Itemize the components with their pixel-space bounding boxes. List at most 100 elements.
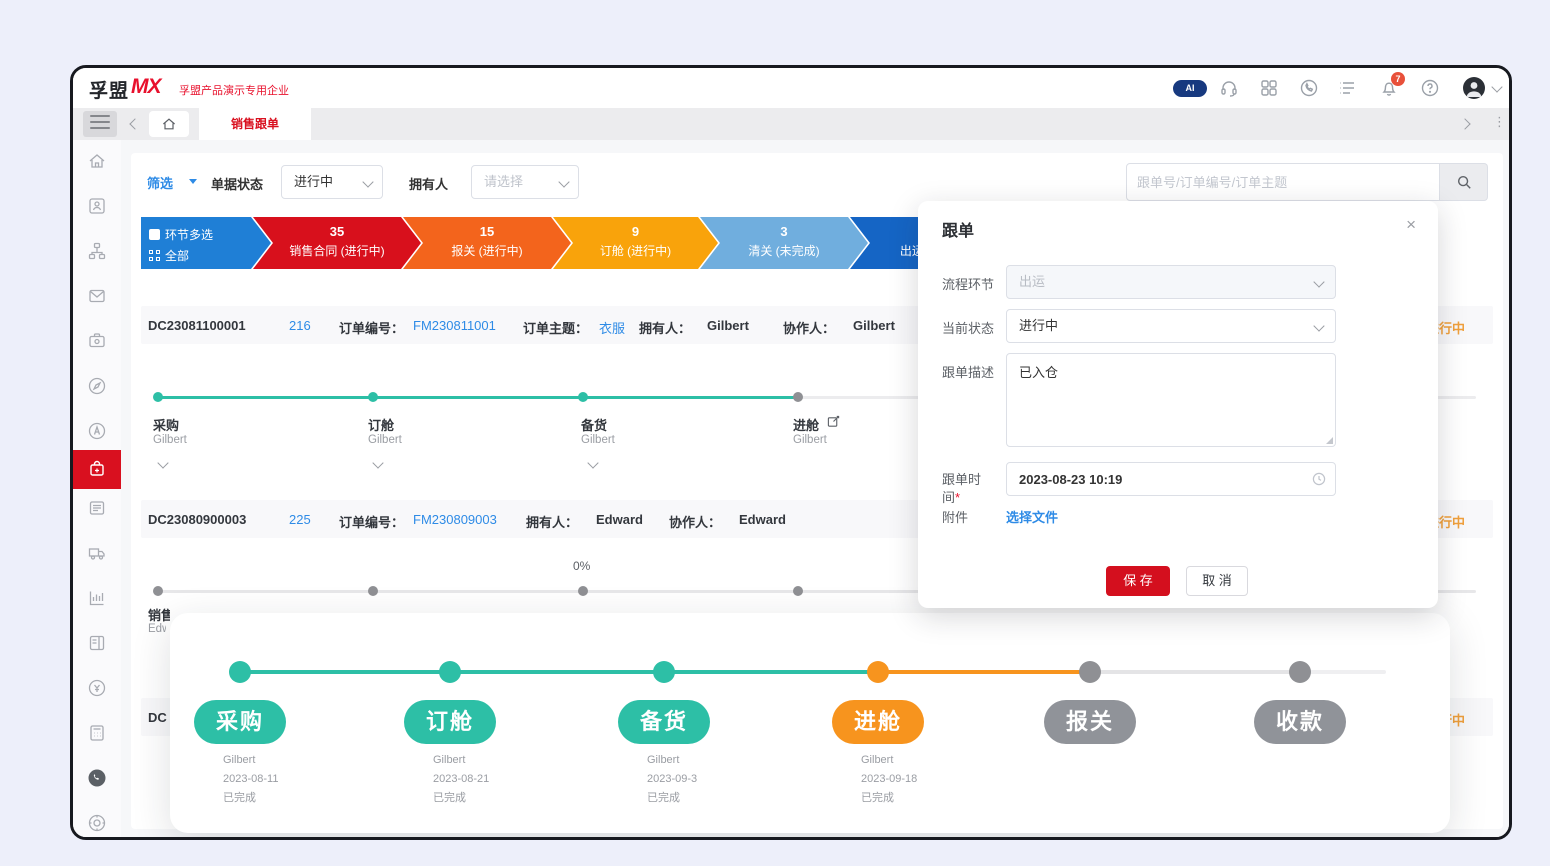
apps-grid-icon[interactable] [1259,78,1279,98]
order-days-count[interactable]: 225 [289,512,311,527]
step-customs[interactable]: 15 报关 (进行中) [403,217,571,269]
tasks-list-icon[interactable] [1337,78,1357,98]
ai-assistant-badge[interactable]: AI [1173,80,1207,97]
home-icon [161,116,177,132]
help-icon[interactable] [1420,78,1440,98]
sidebar-workbench-icon[interactable] [87,331,107,351]
sidebar-invoice-icon[interactable] [87,498,107,518]
timeline-dot[interactable] [578,392,588,402]
tracker-dot[interactable] [229,661,251,683]
tracker-dot[interactable] [1289,661,1311,683]
timeline-dot[interactable] [793,392,803,402]
timeline-dot[interactable] [578,586,588,596]
step-sales-contract[interactable]: 35 销售合同 (进行中) [253,217,421,269]
tracker-dot[interactable] [653,661,675,683]
owner-filter-select[interactable]: 请选择 [471,165,579,199]
tracker-dot[interactable] [439,661,461,683]
order-no-link[interactable]: FM230811001 [413,318,496,333]
sidebar-item-sales-order-active[interactable] [73,450,121,489]
order-topic-link[interactable]: 衣服 [599,318,625,337]
sidebar-contacts-icon[interactable] [87,196,107,216]
tracker-date: 2023-09-3 [647,770,697,789]
description-label: 跟单描述 [942,362,994,381]
timeline-dot[interactable] [368,392,378,402]
order-no-link[interactable]: FM230809003 [413,512,497,527]
order-days-count[interactable]: 216 [289,318,311,333]
multi-select-checkbox[interactable] [149,229,160,240]
save-button[interactable]: 保 存 [1106,566,1170,596]
step-booking[interactable]: 9 订舱 (进行中) [553,217,718,269]
search-input[interactable] [1126,163,1440,201]
tracker-line-done [664,670,878,674]
tracker-person: Gilbert [223,751,278,770]
tracker-line-done [450,670,664,674]
back-chevron-icon[interactable] [129,118,140,129]
cancel-button[interactable]: 取 消 [1186,566,1248,596]
expand-stage-chevron-icon[interactable] [372,457,383,468]
status-filter-select[interactable]: 进行中 [281,165,383,199]
preset-caret-icon [189,179,197,188]
timeline-dot[interactable] [793,586,803,596]
flow-step-label: 流程环节 [942,274,994,293]
tracker-stage-pill[interactable]: 收款 [1254,700,1346,744]
edit-stage-icon[interactable] [827,415,840,428]
sidebar-whatsapp-icon[interactable] [87,768,107,788]
timeline-dot[interactable] [153,392,163,402]
choose-file-link[interactable]: 选择文件 [1006,507,1058,526]
headset-icon[interactable] [1219,78,1239,98]
home-tab[interactable] [149,111,189,137]
tab-sales-tracking[interactable]: 销售跟单 [199,108,311,140]
modal-close-icon[interactable]: × [1406,215,1416,235]
owner-filter-label: 拥有人 [409,174,448,193]
order-owner-label: 拥有人： [526,512,578,531]
collapse-menu-icon[interactable] [83,111,117,137]
expand-stage-chevron-icon[interactable] [157,457,168,468]
tracker-stage-pill[interactable]: 订舱 [404,700,496,744]
tracker-stage-pill[interactable]: 备货 [618,700,710,744]
forward-chevron-icon[interactable] [1459,118,1470,129]
description-textarea[interactable]: 已入仓 [1006,353,1336,447]
sidebar-calculator-icon[interactable] [87,723,107,743]
sidebar-report-chart-icon[interactable] [87,588,107,608]
sidebar-logistics-truck-icon[interactable] [87,543,107,563]
sidebar-home-icon[interactable] [87,151,107,171]
step-all-segment[interactable]: 环节多选 全部 [141,217,271,269]
user-avatar[interactable] [1463,77,1485,99]
sidebar-org-structure-icon[interactable] [87,241,107,261]
left-sidebar [73,140,122,837]
timeline-dot[interactable] [153,586,163,596]
sidebar-finance-coin-icon[interactable] [87,678,107,698]
timeline-dot[interactable] [368,586,378,596]
step-count: 15 [403,224,571,239]
more-options-icon[interactable]: ⋮ [1493,114,1506,130]
sidebar-compass-icon[interactable] [87,376,107,396]
tracker-status: 已完成 [223,789,278,808]
textarea-resize-handle[interactable] [1326,437,1333,444]
current-status-value: 进行中 [1019,318,1058,333]
phone-icon[interactable] [1299,78,1319,98]
tracker-stage-pill[interactable]: 报关 [1044,700,1136,744]
sidebar-settings-gear-icon[interactable] [87,813,107,833]
step-count: 3 [700,224,868,239]
sidebar-approval-icon[interactable] [87,421,107,441]
tracker-line-todo [1090,670,1300,674]
tracker-dot[interactable] [1079,661,1101,683]
current-status-select[interactable]: 进行中 [1006,309,1336,343]
preset-filter-dropdown[interactable]: 筛选 [147,173,173,192]
tracker-stage-pill[interactable]: 采购 [194,700,286,744]
search-button[interactable] [1440,163,1488,201]
tracker-stage-pill[interactable]: 进舱 [832,700,924,744]
stage-name: 采购 [153,415,179,434]
order-id: DC23080900003 [148,512,246,527]
avatar-chevron-down-icon[interactable] [1491,81,1502,92]
step-clearance[interactable]: 3 清关 (未完成) [700,217,868,269]
bell-badge: 7 [1391,72,1405,86]
expand-stage-chevron-icon[interactable] [587,457,598,468]
sidebar-ledger-icon[interactable] [87,633,107,653]
tracker-line-current [878,670,1090,674]
logo-mx: MX [131,75,161,99]
sidebar-mail-icon[interactable] [87,286,107,306]
follow-time-input[interactable] [1006,462,1336,496]
stage-tracker-popup: 采购 订舱 备货 进舱 报关 收款 Gilbert 2023-08-11 已完成… [170,613,1450,833]
tracker-dot[interactable] [867,661,889,683]
